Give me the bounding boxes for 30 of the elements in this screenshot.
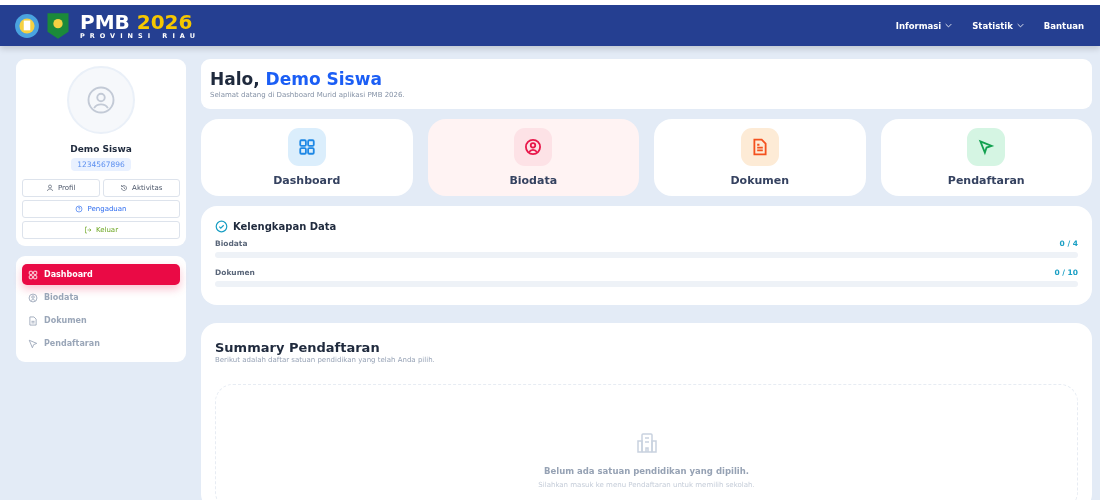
logout-icon <box>83 226 92 234</box>
brand-title: PMB <box>80 9 130 34</box>
check-circle-icon <box>215 220 228 233</box>
section-title: Summary Pendaftaran <box>215 340 381 355</box>
emblem-icon <box>14 11 40 40</box>
doc-icon <box>28 315 38 326</box>
shortcut-card[interactable]: Biodata <box>427 119 639 196</box>
grid-icon <box>28 269 38 280</box>
history-icon <box>120 184 129 192</box>
building-icon <box>634 431 659 455</box>
shortcut-card[interactable]: Dokumen <box>654 119 866 196</box>
shortcut-card[interactable]: Pendaftaran <box>880 119 1092 196</box>
section-title: Kelengkapan Data <box>233 221 337 232</box>
send-icon <box>28 338 38 349</box>
person-icon <box>46 184 54 192</box>
sidebar-item[interactable]: Dashboard <box>22 264 180 285</box>
empty-state-title: Belum ada satuan pendidikan yang dipilih. <box>544 466 749 476</box>
user-name: Demo Siswa <box>265 69 382 89</box>
brand-year: 2026 <box>136 9 193 34</box>
help-icon <box>75 205 84 213</box>
chevron-down-icon <box>945 23 953 28</box>
nav-link[interactable]: Statistik <box>972 20 1024 31</box>
greeting-title: Halo, <box>210 69 260 89</box>
nav-link[interactable]: Bantuan <box>1043 20 1084 31</box>
user-icon <box>28 292 38 303</box>
chevron-down-icon <box>1016 23 1024 28</box>
shortcut-card[interactable]: Dashboard <box>201 119 413 196</box>
profile-name: Demo Siswa <box>70 144 132 154</box>
shield-icon <box>45 11 71 40</box>
nav-link[interactable]: Informasi <box>895 20 953 31</box>
